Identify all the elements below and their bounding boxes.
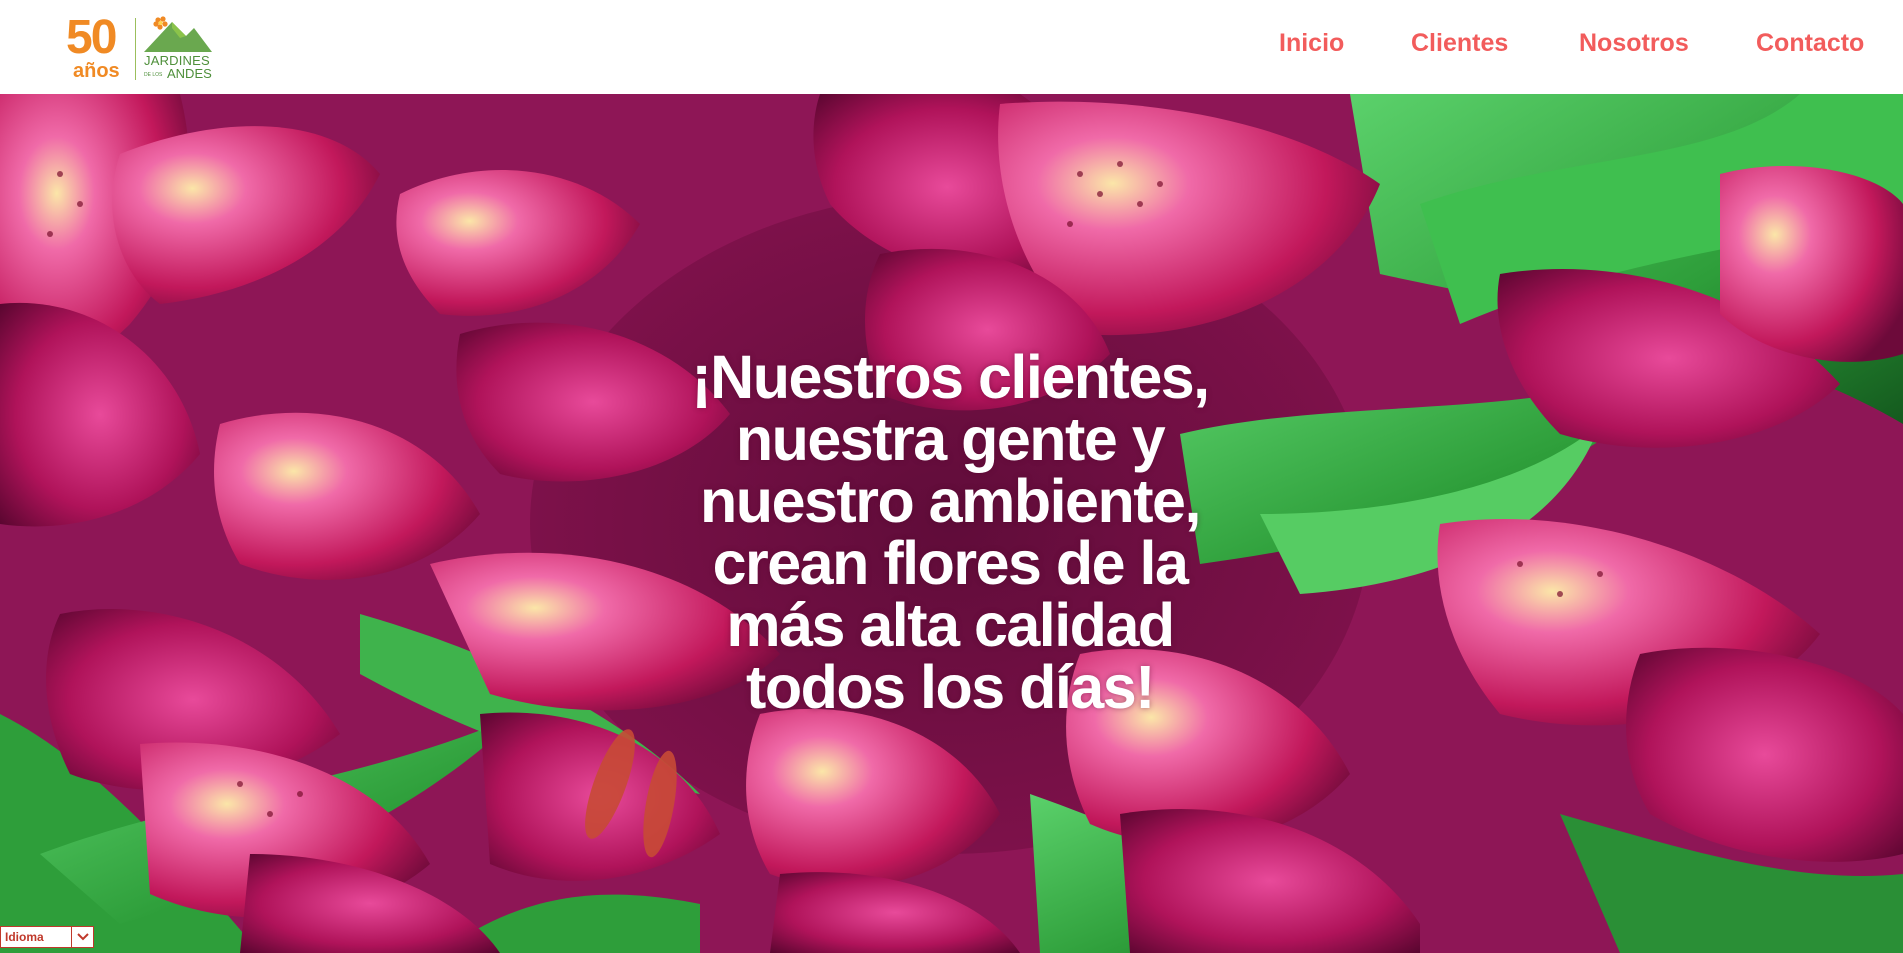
chevron-down-icon — [77, 933, 89, 941]
hero-headline: ¡Nuestros clientes, nuestra gente y nues… — [560, 346, 1340, 726]
hero-banner: ¡Nuestros clientes, nuestra gente y nues… — [0, 94, 1903, 953]
nav-link-clientes[interactable]: Clientes — [1411, 28, 1508, 58]
nav-link-inicio[interactable]: Inicio — [1279, 28, 1344, 58]
language-dropdown-toggle[interactable] — [71, 927, 93, 947]
logo-years-word: años — [73, 60, 120, 82]
headline-line: nuestra gente y — [735, 405, 1166, 473]
site-header: 50 años JARDINES DE LOS ANDES Inicio Cli… — [0, 0, 1903, 94]
nav-link-contacto[interactable]: Contacto — [1756, 28, 1864, 58]
language-label: Idioma — [5, 930, 44, 944]
logo-brand-small: DE LOS — [144, 72, 163, 78]
headline-line: crean flores de la — [712, 529, 1189, 597]
headline-line: más alta calidad — [726, 591, 1175, 659]
headline-line: todos los días! — [746, 653, 1155, 721]
main-nav: Inicio Clientes Nosotros Contacto — [0, 28, 1903, 58]
nav-link-nosotros[interactable]: Nosotros — [1579, 28, 1689, 58]
language-select[interactable]: Idioma — [0, 926, 94, 948]
logo-brand-line2: ANDES — [167, 66, 212, 81]
headline-line: ¡Nuestros clientes, — [691, 343, 1210, 411]
headline-line: nuestro ambiente, — [700, 467, 1201, 535]
